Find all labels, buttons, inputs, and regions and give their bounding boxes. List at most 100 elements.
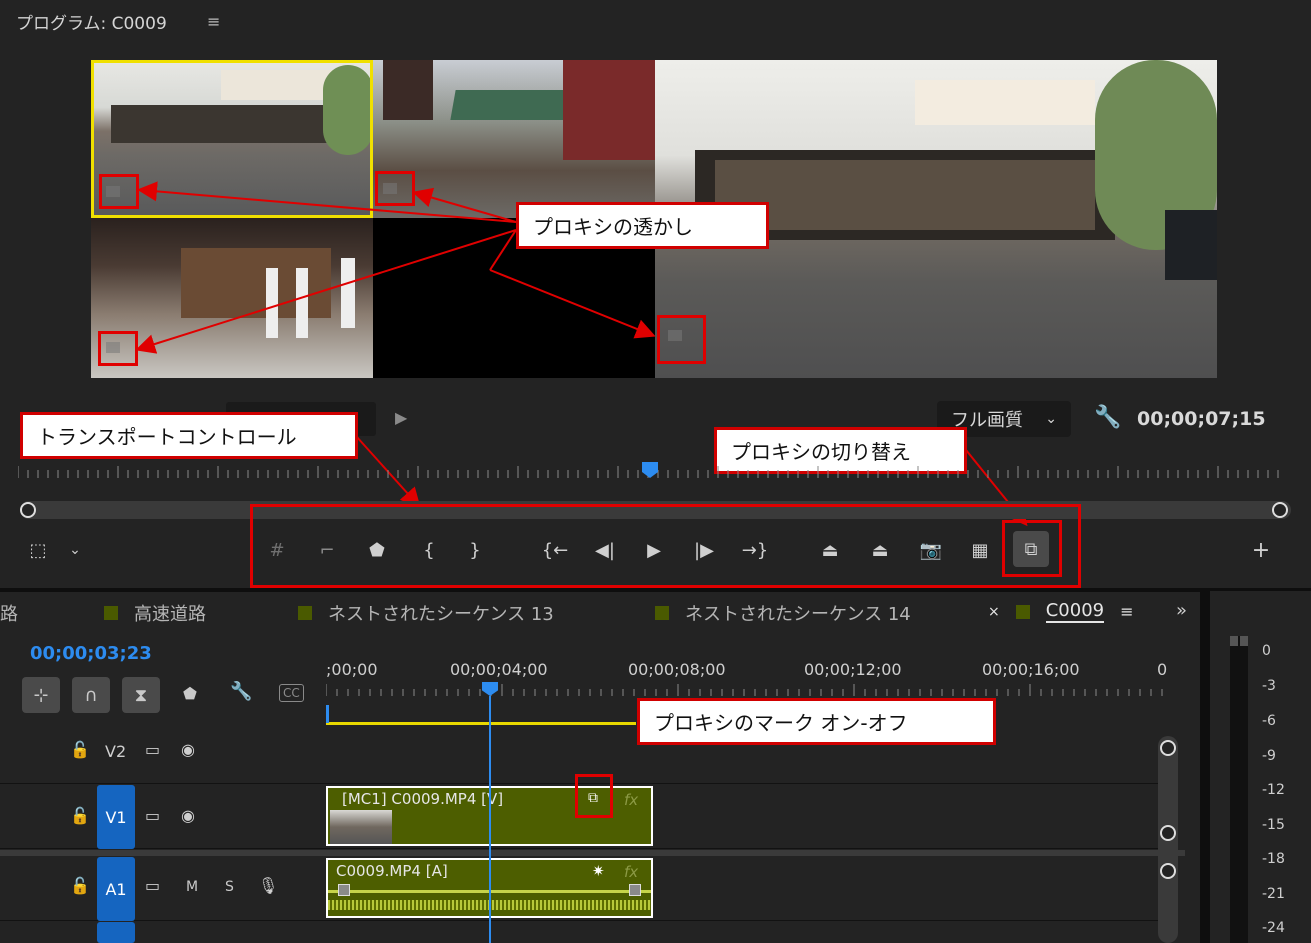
eye-icon[interactable]: ◉ (181, 740, 195, 759)
panel-menu-icon[interactable]: ≡ (1120, 602, 1133, 621)
play-indicator-icon: ▶ (395, 408, 408, 427)
track-label-a1: A1 (105, 879, 127, 899)
tab-label: 路 (0, 604, 18, 625)
chevron-down-icon[interactable]: ⌄ (60, 535, 90, 565)
captions-icon[interactable]: CC (279, 684, 304, 702)
sequence-color-icon (298, 606, 312, 620)
close-icon[interactable]: × (988, 604, 1000, 620)
timeline-ruler[interactable] (326, 684, 1166, 698)
meter-label: -3 (1262, 678, 1276, 694)
track-target-a1[interactable]: A1 (97, 857, 135, 921)
track-label-v2[interactable]: V2 (105, 742, 126, 761)
sequence-color-icon (655, 606, 669, 620)
tab-sequence[interactable]: ネストされたシーケンス 14 (655, 600, 911, 626)
clip-handle-right[interactable] (629, 884, 641, 896)
timeline-playhead-line[interactable] (489, 696, 491, 943)
lock-icon[interactable]: 🔓 (70, 806, 90, 825)
overflow-tabs-icon[interactable]: » (1176, 600, 1187, 621)
tab-sequence[interactable]: 高速道路 (104, 600, 206, 626)
panel-divider (0, 588, 1311, 592)
film-toggle-icon[interactable]: ▭ (145, 806, 160, 825)
go-to-in-icon[interactable]: {← (540, 535, 570, 565)
star-icon: ✷ (592, 862, 605, 880)
tab-label: 高速道路 (134, 604, 206, 625)
zoom-scrollbar-right-handle[interactable] (1272, 502, 1288, 518)
meter-label: -12 (1262, 782, 1285, 798)
chevron-down-icon: ⌄ (1045, 411, 1057, 427)
audio-meter-bar (1230, 636, 1248, 943)
linked-selection-icon[interactable]: ⧗ (122, 677, 160, 713)
timeline-timecode[interactable]: 00;00;03;23 (30, 643, 152, 664)
ruler-label: 00;00;08;00 (628, 660, 726, 679)
tab-partial[interactable]: 路 (0, 600, 18, 626)
meter-label: -9 (1262, 748, 1276, 764)
add-marker-icon[interactable]: ⬟ (183, 684, 197, 703)
tab-label: C0009 (1045, 600, 1105, 623)
ruler-icon[interactable]: ⌐ (312, 535, 342, 565)
mark-out-icon[interactable]: } (460, 535, 490, 565)
audio-meter-panel (1210, 591, 1311, 943)
zoom-scrollbar-left-handle[interactable] (20, 502, 36, 518)
add-button-icon[interactable]: + (1246, 535, 1276, 565)
peak-indicator (1240, 636, 1248, 646)
fx-badge[interactable]: fx (624, 791, 638, 809)
sync-lock-icon[interactable]: ▭ (145, 876, 160, 895)
lift-icon[interactable]: ⏏ (815, 535, 845, 565)
clip-handle-left[interactable] (338, 884, 350, 896)
mute-button[interactable]: M (186, 879, 198, 895)
safe-margins-icon[interactable]: ⬚ (23, 535, 53, 565)
wrench-icon[interactable]: 🔧 (1094, 405, 1121, 430)
meter-label: -24 (1262, 920, 1285, 936)
vertical-scrollbar-handle[interactable] (1160, 863, 1176, 879)
meter-label: -21 (1262, 886, 1285, 902)
program-timecode[interactable]: 00;00;07;15 (1137, 408, 1266, 430)
step-back-icon[interactable]: ◀| (590, 535, 620, 565)
proxy-toggle-highlight (1002, 520, 1062, 577)
play-icon[interactable]: ▶ (639, 535, 669, 565)
meter-label: 0 (1262, 643, 1271, 659)
in-point-marker (326, 705, 329, 723)
step-forward-icon[interactable]: |▶ (689, 535, 719, 565)
mark-in-icon[interactable]: { (414, 535, 444, 565)
lock-icon[interactable]: 🔓 (70, 740, 90, 759)
meter-label: -6 (1262, 713, 1276, 729)
compare-view-icon[interactable]: ▦ (965, 535, 995, 565)
microphone-icon[interactable]: 🎙 (258, 876, 278, 895)
track-target-a2[interactable] (97, 922, 135, 943)
track-label-v1: V1 (105, 807, 127, 827)
ruler-label: 00;00;16;00 (982, 660, 1080, 679)
extract-icon[interactable]: ⏏ (865, 535, 895, 565)
tab-active[interactable]: × C0009 ≡ (988, 600, 1134, 623)
add-marker-icon[interactable]: ⬟ (362, 535, 392, 565)
clip-thumbnail (330, 810, 392, 844)
track-target-v1[interactable]: V1 (97, 785, 135, 849)
go-to-out-icon[interactable]: →} (740, 535, 770, 565)
callout-proxy-mark: プロキシのマーク オン-オフ (637, 698, 996, 745)
vertical-scrollbar-handle[interactable] (1160, 740, 1176, 756)
film-toggle-icon[interactable]: ▭ (145, 740, 160, 759)
snap-magnet-icon[interactable]: ∩ (72, 677, 110, 713)
ruler-label: 00;00;12;00 (804, 660, 902, 679)
meter-label: -18 (1262, 851, 1285, 867)
ruler-label: ;00;00 (326, 660, 378, 679)
clip-name: [MC1] C0009.MP4 [V] (342, 790, 504, 808)
ruler-label: 00;00;04;00 (450, 660, 548, 679)
lock-icon[interactable]: 🔓 (70, 876, 90, 895)
work-area-bar[interactable] (326, 722, 636, 725)
program-ruler[interactable] (18, 462, 1288, 480)
vertical-scrollbar-handle[interactable] (1160, 825, 1176, 841)
eye-icon[interactable]: ◉ (181, 806, 195, 825)
program-monitor-panel: プログラム: C0009 ≡ プロキシの透かし ▶ フル画質 ⌄ 🔧 00;00… (0, 0, 1311, 779)
tab-sequence[interactable]: ネストされたシーケンス 13 (298, 600, 554, 626)
wrench-icon[interactable]: 🔧 (230, 681, 252, 702)
sequence-color-icon (104, 606, 118, 620)
clip-name: C0009.MP4 [A] (336, 862, 448, 880)
panel-divider-vertical (1200, 591, 1210, 943)
fx-badge[interactable]: fx (624, 863, 638, 881)
nest-toggle-icon[interactable]: ⊹ (22, 677, 60, 713)
program-playhead (642, 462, 658, 478)
peak-indicator (1230, 636, 1238, 646)
camera-icon[interactable]: 📷 (916, 535, 946, 565)
multicam-grid-icon[interactable]: # (262, 535, 292, 565)
solo-button[interactable]: S (225, 879, 234, 895)
